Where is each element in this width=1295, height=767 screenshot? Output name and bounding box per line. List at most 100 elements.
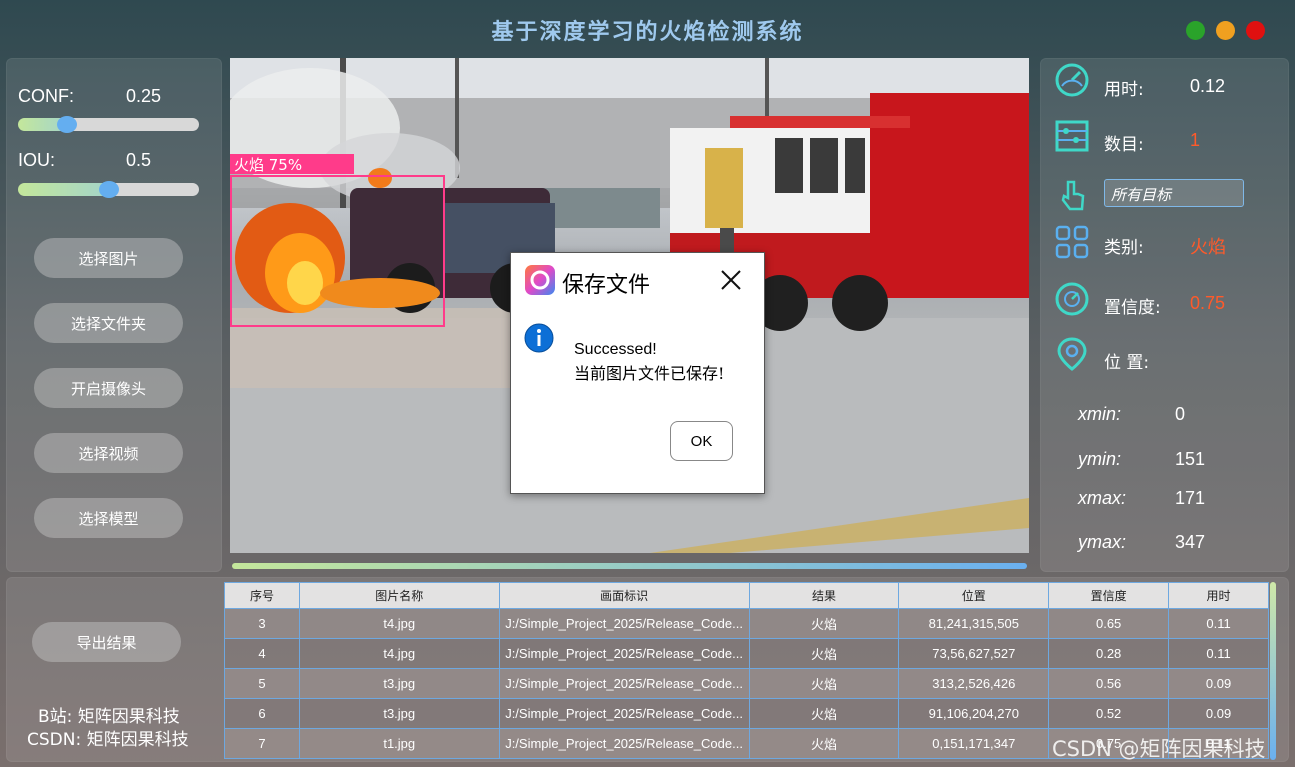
table-row[interactable]: 4 t4.jpg J:/Simple_Project_2025/Release_…	[224, 638, 1269, 669]
xmin-label: xmin:	[1078, 404, 1122, 424]
cell-result: 火焰	[748, 668, 900, 699]
cell-image-name: t1.jpg	[298, 728, 500, 759]
table-row[interactable]: 6 t3.jpg J:/Simple_Project_2025/Release_…	[224, 698, 1269, 729]
cell-result: 火焰	[748, 638, 900, 669]
iou-slider[interactable]	[18, 181, 199, 198]
app-logo-icon	[525, 265, 555, 295]
cell-frame-id: J:/Simple_Project_2025/Release_Code...	[498, 608, 750, 639]
select-model-button[interactable]: 选择模型	[34, 498, 183, 538]
close-icon[interactable]	[720, 269, 742, 291]
iou-slider-thumb[interactable]	[98, 181, 119, 198]
save-file-dialog: 保存文件 Successed! 当前图片文件已保存! OK	[510, 252, 765, 494]
iou-value: 0.5	[126, 150, 152, 170]
class-label: 类别:	[1104, 238, 1144, 258]
abacus-icon	[1055, 120, 1089, 152]
col-position[interactable]: 位置	[898, 582, 1050, 609]
cell-index: 7	[224, 728, 300, 759]
cell-image-name: t4.jpg	[298, 608, 500, 639]
gauge-icon	[1055, 282, 1089, 316]
cell-time: 0.09	[1168, 668, 1269, 699]
select-video-button[interactable]: 选择视频	[34, 433, 183, 473]
cell-frame-id: J:/Simple_Project_2025/Release_Code...	[498, 698, 750, 729]
cell-confidence: 0.56	[1048, 668, 1170, 699]
cell-image-name: t3.jpg	[298, 668, 500, 699]
xmax-value: 171	[1175, 488, 1206, 508]
conf-slider-thumb[interactable]	[56, 116, 77, 133]
target-select[interactable]: 所有目标	[1104, 179, 1244, 207]
col-index[interactable]: 序号	[224, 582, 300, 609]
xmax-label: xmax:	[1078, 488, 1127, 508]
window-minimize-dot[interactable]	[1186, 21, 1205, 40]
cell-time: 0.11	[1168, 608, 1269, 639]
table-row[interactable]: 3 t4.jpg J:/Simple_Project_2025/Release_…	[224, 608, 1269, 639]
cell-confidence: 0.65	[1048, 608, 1170, 639]
window-maximize-dot[interactable]	[1216, 21, 1235, 40]
info-icon	[524, 323, 554, 353]
category-grid-icon	[1055, 225, 1089, 259]
cell-index: 5	[224, 668, 300, 699]
cell-index: 4	[224, 638, 300, 669]
count-value: 1	[1190, 130, 1201, 150]
position-label: 位 置:	[1104, 353, 1150, 373]
cell-image-name: t3.jpg	[298, 698, 500, 729]
col-result[interactable]: 结果	[748, 582, 900, 609]
detection-label: 火焰 75%	[234, 156, 302, 174]
cell-position: 73,56,627,527	[898, 638, 1050, 669]
credit-csdn: CSDN: 矩阵因果科技	[27, 730, 189, 750]
cell-position: 81,241,315,505	[898, 608, 1050, 639]
cell-index: 6	[224, 698, 300, 729]
cell-image-name: t4.jpg	[298, 638, 500, 669]
count-label: 数目:	[1104, 135, 1144, 155]
ymin-label: ymin:	[1078, 449, 1122, 469]
confidence-label: 置信度:	[1104, 298, 1161, 318]
location-pin-icon	[1057, 337, 1087, 371]
cell-result: 火焰	[748, 608, 900, 639]
watermark-text: CSDN @矩阵因果科技	[1052, 737, 1266, 761]
open-camera-button[interactable]: 开启摄像头	[34, 368, 183, 408]
cell-position: 313,2,526,426	[898, 668, 1050, 699]
table-scrollbar[interactable]	[1270, 582, 1276, 760]
cell-frame-id: J:/Simple_Project_2025/Release_Code...	[498, 668, 750, 699]
table-row[interactable]: 5 t3.jpg J:/Simple_Project_2025/Release_…	[224, 668, 1269, 699]
window-close-dot[interactable]	[1246, 21, 1265, 40]
cell-result: 火焰	[748, 698, 900, 729]
cell-position: 0,151,171,347	[898, 728, 1050, 759]
progress-bar	[232, 563, 1027, 569]
cell-position: 91,106,204,270	[898, 698, 1050, 729]
col-confidence[interactable]: 置信度	[1048, 582, 1170, 609]
window-title: 基于深度学习的火焰检测系统	[491, 19, 804, 45]
select-folder-button[interactable]: 选择文件夹	[34, 303, 183, 343]
ymax-label: ymax:	[1078, 532, 1127, 552]
pointer-hand-icon	[1061, 180, 1085, 211]
conf-value: 0.25	[126, 86, 162, 106]
cell-frame-id: J:/Simple_Project_2025/Release_Code...	[498, 638, 750, 669]
col-image-name[interactable]: 图片名称	[298, 582, 500, 609]
class-value: 火焰	[1190, 237, 1226, 257]
cell-frame-id: J:/Simple_Project_2025/Release_Code...	[498, 728, 750, 759]
cell-confidence: 0.28	[1048, 638, 1170, 669]
ymin-value: 151	[1175, 449, 1206, 469]
ymax-value: 347	[1175, 532, 1206, 552]
export-results-button[interactable]: 导出结果	[32, 622, 181, 662]
ok-button[interactable]: OK	[670, 421, 733, 461]
dialog-message-line1: Successed!	[574, 341, 657, 358]
time-value: 0.12	[1190, 76, 1226, 96]
col-frame-id[interactable]: 画面标识	[498, 582, 750, 609]
timer-icon	[1055, 63, 1089, 97]
col-time[interactable]: 用时	[1168, 582, 1269, 609]
conf-slider[interactable]	[18, 116, 199, 133]
confidence-value: 0.75	[1190, 293, 1226, 313]
select-image-button[interactable]: 选择图片	[34, 238, 183, 278]
xmin-value: 0	[1175, 404, 1186, 424]
time-label: 用时:	[1104, 80, 1144, 100]
cell-time: 0.09	[1168, 698, 1269, 729]
dialog-message-line2: 当前图片文件已保存!	[574, 364, 725, 383]
cell-confidence: 0.52	[1048, 698, 1170, 729]
cell-result: 火焰	[748, 728, 900, 759]
credit-bilibili: B站: 矩阵因果科技	[38, 707, 180, 727]
dialog-title: 保存文件	[562, 273, 651, 298]
cell-time: 0.11	[1168, 638, 1269, 669]
cell-index: 3	[224, 608, 300, 639]
conf-label: CONF:	[18, 86, 74, 106]
iou-label: IOU:	[18, 150, 56, 170]
